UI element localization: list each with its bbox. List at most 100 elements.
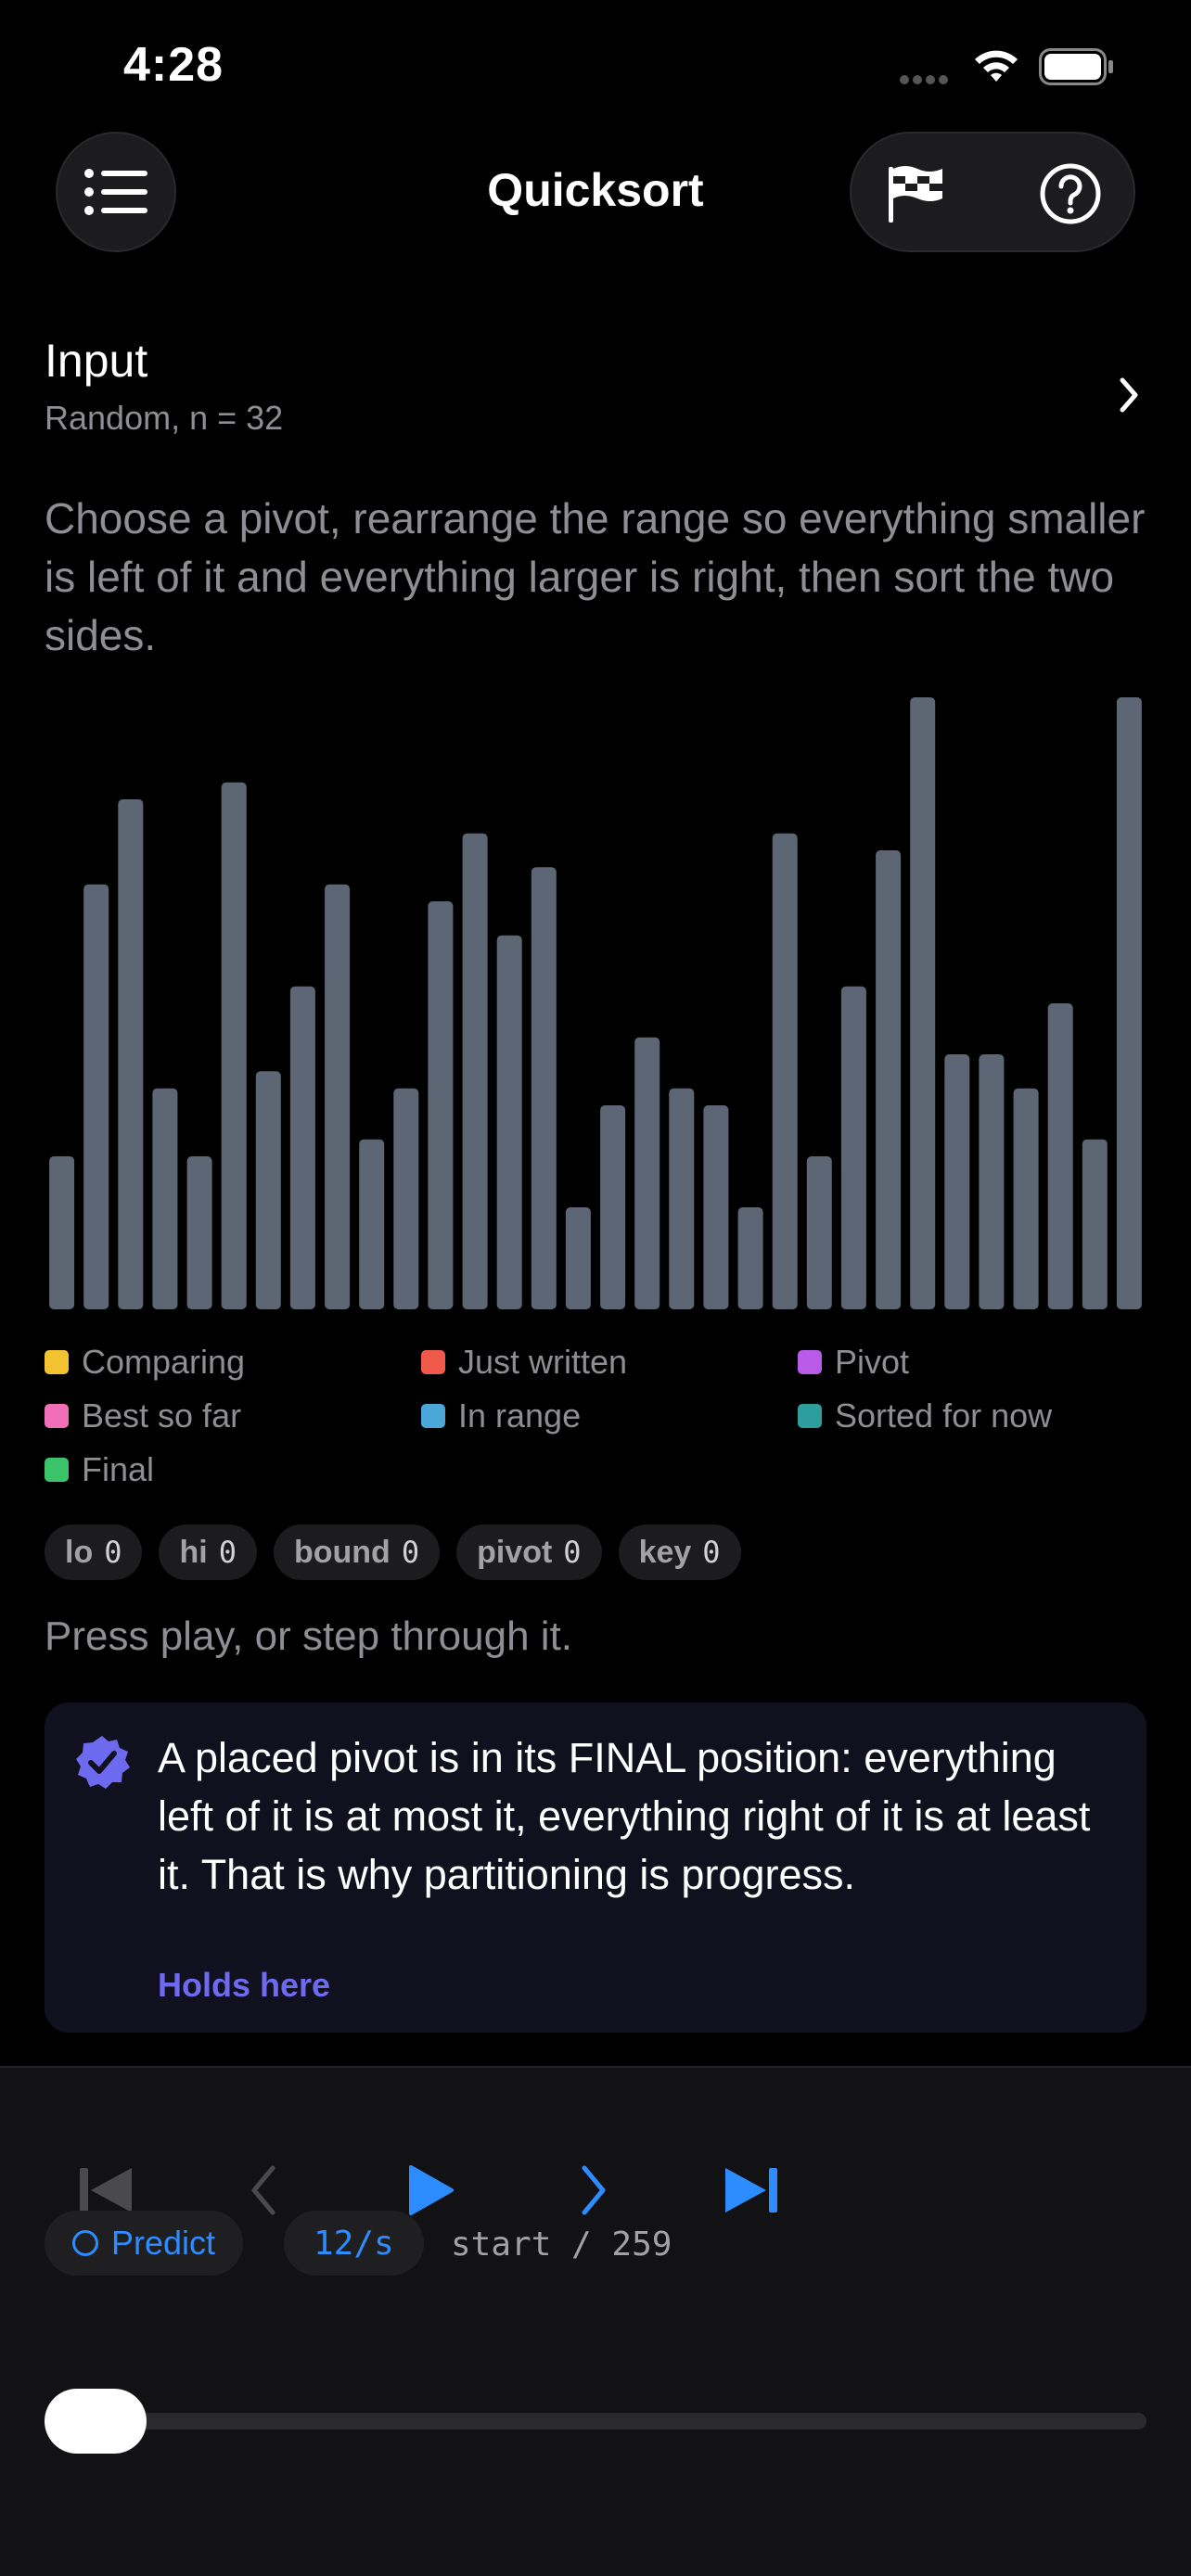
var-chip-lo: lo 0 (45, 1524, 143, 1580)
hint-text: Press play, or step through it. (45, 1613, 573, 1659)
chart-bar-30 (1082, 1139, 1108, 1309)
speed-label: 12/s (314, 2224, 394, 2263)
chart-bar-5 (221, 782, 247, 1309)
legend-item: Just written (421, 1343, 627, 1382)
step-back-button[interactable] (226, 2153, 301, 2227)
wifi-icon (975, 50, 1018, 82)
var-name: pivot (477, 1534, 553, 1570)
verified-badge-icon (76, 1736, 130, 1789)
var-name: key (638, 1534, 692, 1570)
scrubber-handle[interactable] (45, 2389, 147, 2454)
chart-bar-29 (1047, 1003, 1073, 1309)
chevron-left-icon (251, 2165, 275, 2215)
legend-swatch-icon (45, 1458, 69, 1482)
legend-label: Best so far (82, 1396, 242, 1435)
chart-bar-3 (152, 1088, 178, 1309)
chart-bar-1 (83, 884, 109, 1309)
chart-bar-24 (876, 850, 902, 1309)
var-value: 0 (563, 1535, 582, 1570)
chart-bar-13 (496, 935, 522, 1309)
algorithm-description: Choose a pivot, rearrange the range so e… (45, 494, 1146, 659)
var-value: 0 (104, 1535, 122, 1570)
skip-back-icon (80, 2168, 132, 2213)
var-chip-key: key 0 (618, 1524, 741, 1580)
legend-item: Best so far (45, 1396, 241, 1435)
chart-bar-11 (428, 901, 454, 1309)
var-chip-bound: bound 0 (273, 1524, 441, 1580)
status-bar: 4:28 (0, 0, 1191, 130)
chart-bar-16 (600, 1105, 626, 1309)
var-value: 0 (401, 1535, 420, 1570)
chart-bar-28 (1013, 1088, 1039, 1309)
legend-label: Final (82, 1450, 155, 1488)
speed-selector[interactable]: 12/s (284, 2211, 424, 2276)
chart-bar-6 (255, 1071, 281, 1309)
predict-toggle[interactable]: Predict (45, 2211, 244, 2276)
skip-forward-icon (725, 2168, 777, 2213)
legend-item: Final (45, 1450, 154, 1489)
cellular-signal-icon (900, 72, 957, 84)
invariant-card: A placed pivot is in its FINAL position:… (45, 1702, 1146, 2033)
var-name: hi (179, 1534, 208, 1570)
legend-item: Pivot (798, 1343, 909, 1382)
chart-bar-8 (325, 884, 351, 1309)
legend-label: Pivot (835, 1343, 910, 1381)
chart-bar-23 (840, 986, 866, 1309)
finish-button[interactable] (879, 157, 954, 231)
battery-icon (1039, 48, 1113, 85)
question-circle-icon (1040, 163, 1101, 224)
chart-bar-7 (289, 986, 315, 1309)
legend-label: Comparing (82, 1343, 246, 1381)
invariant-status: Holds here (158, 1966, 331, 2004)
chart-bar-22 (806, 1156, 832, 1309)
input-selector[interactable]: Input Random, n = 32 (45, 334, 1146, 445)
legend-swatch-icon (45, 1350, 69, 1374)
progress-scrubber[interactable] (45, 2413, 1146, 2429)
chart-bar-25 (910, 697, 936, 1309)
chart-bar-27 (979, 1054, 1005, 1309)
chart-bar-15 (565, 1207, 591, 1309)
legend-swatch-icon (798, 1404, 822, 1428)
playback-panel: Predict 12/s start / 259 (0, 2066, 1191, 2576)
legend-label: Just written (458, 1343, 628, 1381)
input-title: Input (45, 335, 148, 387)
step-forward-button[interactable] (557, 2153, 631, 2227)
chart-bar-0 (49, 1156, 75, 1309)
help-button[interactable] (1033, 157, 1108, 231)
variable-chips: lo 0 hi 0 bound 0 pivot 0 key 0 (45, 1524, 741, 1580)
predict-label: Predict (111, 2224, 216, 2262)
legend-item: Sorted for now (798, 1396, 1052, 1435)
chart-bar-4 (186, 1156, 212, 1309)
var-value: 0 (702, 1535, 721, 1570)
var-value: 0 (218, 1535, 237, 1570)
chart-bar-31 (1116, 697, 1142, 1309)
var-chip-pivot: pivot 0 (456, 1524, 602, 1580)
chart-bar-2 (118, 799, 144, 1309)
play-icon (409, 2165, 454, 2215)
chart-bar-18 (669, 1088, 695, 1309)
jump-to-end-button[interactable] (714, 2153, 788, 2227)
chart-bar-17 (634, 1037, 660, 1309)
chart-bar-9 (359, 1139, 385, 1309)
chart-bar-14 (531, 867, 557, 1309)
bar-chart (49, 697, 1142, 1309)
var-chip-hi: hi 0 (159, 1524, 257, 1580)
var-name: lo (65, 1534, 94, 1570)
chevron-right-icon (1120, 377, 1138, 413)
legend-swatch-icon (421, 1404, 445, 1428)
chart-bar-20 (737, 1207, 763, 1309)
var-name: bound (293, 1534, 391, 1570)
legend-item: Comparing (45, 1343, 245, 1382)
step-counter: start / 259 (451, 2225, 672, 2264)
chevron-right-icon (582, 2165, 606, 2215)
nav-actions (850, 132, 1135, 252)
legend-swatch-icon (421, 1350, 445, 1374)
chart-bar-26 (944, 1054, 970, 1309)
circle-icon (72, 2230, 98, 2256)
input-subtitle: Random, n = 32 (45, 399, 284, 437)
status-time: 4:28 (123, 38, 224, 92)
chart-bar-12 (462, 833, 488, 1309)
chart-bar-19 (703, 1105, 729, 1309)
invariant-text: A placed pivot is in its FINAL position:… (158, 1734, 1091, 1898)
chart-bar-10 (393, 1088, 419, 1309)
